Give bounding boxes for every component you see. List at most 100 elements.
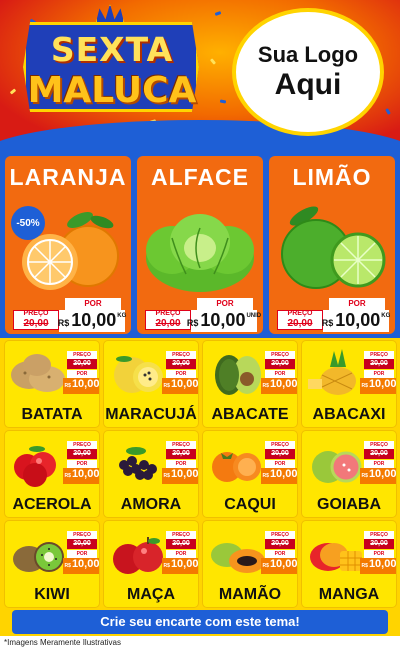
preco-label: PREÇO [364, 351, 394, 359]
price-tag: PREÇO 20,00 POR R$ 10,00 [360, 351, 396, 399]
new-price-box: R$ 10,00 KG [322, 310, 391, 332]
flyer: SEXTA MALUCA Sua Logo Aqui LARANJA -50% … [0, 0, 400, 650]
product-card-1[interactable]: PREÇO 20,00 POR R$ 10,00 MARACUJÁ [103, 340, 199, 428]
price-tag: PREÇO 20,00 POR R$ 10,00 [63, 531, 100, 579]
badge-title-top: SEXTA [50, 30, 174, 69]
discount-badge: -50% [11, 206, 45, 240]
product-card-9[interactable]: PREÇO 20,00 POR R$ 10,00 MAÇA [103, 520, 199, 608]
product-name: LIMÃO [292, 164, 372, 190]
product-card-6[interactable]: PREÇO 20,00 POR R$ 10,00 CAQUI [202, 430, 298, 518]
product-card-7[interactable]: PREÇO 20,00 POR R$ 10,00 GOIABA [301, 430, 397, 518]
blackberry-icon [119, 447, 157, 480]
price-tag: POR PREÇO 20,00 R$ 10,00 UNID [145, 298, 261, 332]
create-flyer-button[interactable]: Crie seu encarte com este tema! [12, 610, 388, 634]
por-label: POR [67, 460, 97, 468]
product-name: CAQUI [224, 496, 276, 513]
logo-placeholder[interactable]: Sua Logo Aqui [232, 8, 384, 136]
currency: R$ [64, 473, 71, 479]
product-name: MARACUJÁ [105, 406, 197, 423]
product-name: KIWI [34, 586, 70, 603]
product-card-5[interactable]: PREÇO 20,00 POR R$ 10,00 AMORA [103, 430, 199, 518]
new-price: 10,00 [269, 558, 298, 570]
preco-label: PREÇO [23, 310, 49, 317]
preco-label: PREÇO [166, 441, 196, 449]
lime-icon [281, 206, 386, 289]
new-price-box: R$ 10,00 KG [58, 310, 127, 332]
currency: R$ [64, 383, 71, 389]
old-price: 20,00 [287, 318, 313, 329]
preco-label: PREÇO [364, 441, 394, 449]
new-price: 10,00 [335, 310, 381, 330]
sexta-maluca-badge: SEXTA MALUCA [15, 4, 205, 116]
product-name: MAÇA [127, 586, 175, 603]
preco-label: PREÇO [166, 531, 196, 539]
mango-icon [310, 543, 362, 571]
new-price: 10,00 [170, 558, 199, 570]
header-banner: SEXTA MALUCA Sua Logo Aqui [0, 0, 400, 150]
unit: KG [381, 313, 391, 319]
preco-label: PREÇO [265, 441, 295, 449]
old-price-box: PREÇO 20,00 [13, 310, 59, 330]
featured-card-limao[interactable]: LIMÃO POR PREÇO 20,00 R$ 10,00 KG [269, 156, 395, 334]
papaya-icon [211, 543, 265, 573]
avocado-icon [215, 355, 261, 395]
featured-card-alface[interactable]: ALFACE POR PREÇO 20,00 R$ 10,00 UNID [137, 156, 263, 334]
old-price: 20,00 [23, 318, 49, 329]
preco-label: PREÇO [287, 310, 313, 317]
unit: KG [117, 313, 127, 319]
product-name: AMORA [120, 496, 182, 513]
logo-text-line2: Aqui [274, 68, 342, 101]
currency: R$ [64, 563, 71, 569]
product-card-3[interactable]: PREÇO 20,00 POR R$ 10,00 ABACAXI [301, 340, 397, 428]
new-price-box: R$ 10,00 [162, 378, 198, 394]
new-price: 10,00 [71, 378, 100, 390]
featured-products: LARANJA -50% POR PREÇO 20,00 R$ 10,00 KG… [0, 150, 400, 338]
product-name: ACEROLA [12, 496, 92, 513]
new-price-box: R$ 10,00 [162, 468, 198, 484]
new-price: 10,00 [71, 468, 100, 480]
currency: R$ [163, 473, 170, 479]
acerola-icon [14, 446, 56, 487]
por-label: POR [197, 298, 253, 310]
preco-label: PREÇO [265, 351, 295, 359]
featured-card-laranja[interactable]: LARANJA -50% POR PREÇO 20,00 R$ 10,00 KG [5, 156, 131, 334]
product-name: MAMÃO [218, 586, 282, 603]
product-card-0[interactable]: PREÇO 20,00 POR R$ 10,00 BATATA [4, 340, 100, 428]
new-price-box: R$ 10,00 [162, 558, 199, 574]
currency: R$ [262, 473, 269, 479]
new-price-box: R$ 10,00 UNID [187, 310, 261, 332]
currency: R$ [186, 318, 199, 328]
new-price-box: R$ 10,00 [63, 378, 100, 394]
old-price: 20,00 [265, 539, 295, 549]
product-card-11[interactable]: PREÇO 20,00 POR R$ 10,00 MANGA [301, 520, 397, 608]
price-tag: PREÇO 20,00 POR R$ 10,00 [162, 441, 198, 489]
old-price: 20,00 [166, 359, 196, 369]
product-card-10[interactable]: PREÇO 20,00 POR R$ 10,00 MAMÃO [202, 520, 298, 608]
product-card-4[interactable]: PREÇO 20,00 POR R$ 10,00 ACEROLA [4, 430, 100, 518]
currency: R$ [361, 563, 368, 569]
price-tag: PREÇO 20,00 POR R$ 10,00 [261, 441, 297, 489]
new-price-box: R$ 10,00 [261, 378, 298, 394]
por-label: POR [265, 370, 295, 378]
price-tag: POR PREÇO 20,00 R$ 10,00 KG [277, 298, 391, 332]
por-label: POR [364, 460, 394, 468]
old-price: 20,00 [155, 318, 181, 329]
new-price: 10,00 [71, 310, 117, 330]
new-price: 10,00 [368, 468, 397, 480]
passion-fruit-icon [114, 356, 163, 393]
old-price-box: PREÇO 20,00 [277, 310, 323, 330]
por-label: POR [265, 460, 295, 468]
new-price: 10,00 [71, 558, 100, 570]
product-card-2[interactable]: PREÇO 20,00 POR R$ 10,00 ABACATE [202, 340, 298, 428]
old-price: 20,00 [166, 449, 196, 459]
product-name: LARANJA [9, 164, 127, 190]
por-label: POR [67, 550, 97, 558]
currency: R$ [262, 383, 269, 389]
new-price-box: R$ 10,00 [360, 558, 396, 574]
currency: R$ [163, 563, 170, 569]
product-name: GOIABA [317, 496, 381, 513]
product-card-8[interactable]: PREÇO 20,00 POR R$ 10,00 KIWI [4, 520, 100, 608]
por-label: POR [166, 460, 196, 468]
por-label: POR [65, 298, 121, 310]
new-price: 10,00 [269, 378, 298, 390]
